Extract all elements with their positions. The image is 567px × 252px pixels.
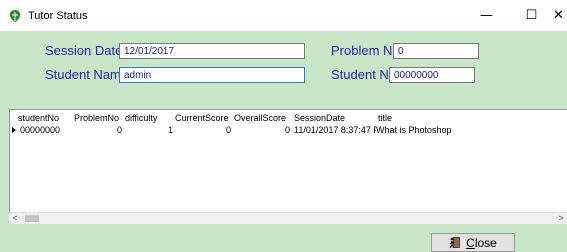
close-button-label-rest: lose	[474, 235, 497, 250]
close-button-label: Close	[466, 236, 497, 250]
column-header-currentscore[interactable]: CurrentScore	[175, 112, 233, 124]
status-grid[interactable]: studentNo ProblemNo difficulty CurrentSc…	[9, 109, 567, 222]
close-window-button[interactable]: ✕	[553, 0, 567, 31]
session-date-field[interactable]	[119, 43, 305, 59]
column-header-problemno[interactable]: ProblemNo	[74, 112, 125, 124]
cell-currentscore[interactable]: 0	[175, 124, 231, 136]
session-date-label: Session Date	[45, 43, 123, 58]
column-header-sessiondate[interactable]: SessionDate	[294, 112, 376, 124]
cell-overallscore[interactable]: 0	[234, 124, 290, 136]
student-no-label: Student No	[331, 67, 397, 82]
column-header-studentno[interactable]: studentNo	[18, 112, 74, 124]
window-title: Tutor Status	[28, 10, 88, 22]
maximize-button[interactable]: ☐	[509, 0, 554, 31]
scroll-right-icon[interactable]: >	[555, 213, 567, 224]
close-button-accelerator: C	[466, 235, 475, 250]
student-name-field[interactable]	[119, 67, 305, 83]
minimize-button[interactable]: —	[464, 0, 509, 31]
problem-no-field[interactable]	[393, 43, 479, 59]
cell-title[interactable]: What is Photoshop	[376, 124, 496, 136]
column-header-overallscore[interactable]: OverallScore	[234, 112, 292, 124]
minimize-icon: —	[480, 8, 493, 23]
close-icon: ✕	[553, 8, 564, 23]
scroll-thumb[interactable]	[25, 215, 39, 222]
cell-problemno[interactable]: 0	[74, 124, 122, 136]
student-name-label: Student Name	[45, 67, 129, 82]
maximize-icon: ☐	[525, 8, 538, 23]
column-header-difficulty[interactable]: difficulty	[125, 112, 175, 124]
app-icon	[9, 10, 21, 22]
student-no-field[interactable]	[389, 67, 475, 83]
cell-studentno[interactable]: 00000000	[20, 124, 74, 136]
horizontal-scrollbar[interactable]: < >	[9, 212, 567, 224]
door-exit-icon	[449, 237, 461, 249]
scroll-left-icon[interactable]: <	[9, 213, 21, 224]
form-panel: Session Date Problem No Student Name Stu…	[0, 31, 567, 252]
cell-sessiondate[interactable]: 11/01/2017 8:37:47 PI	[294, 124, 376, 136]
title-bar[interactable]: Tutor Status — ☐ ✕	[0, 0, 567, 31]
current-row-indicator-icon	[12, 127, 16, 133]
cell-difficulty[interactable]: 1	[125, 124, 173, 136]
column-header-title[interactable]: title	[378, 112, 498, 124]
close-button[interactable]: Close	[431, 233, 515, 252]
problem-no-label: Problem No	[331, 43, 400, 58]
